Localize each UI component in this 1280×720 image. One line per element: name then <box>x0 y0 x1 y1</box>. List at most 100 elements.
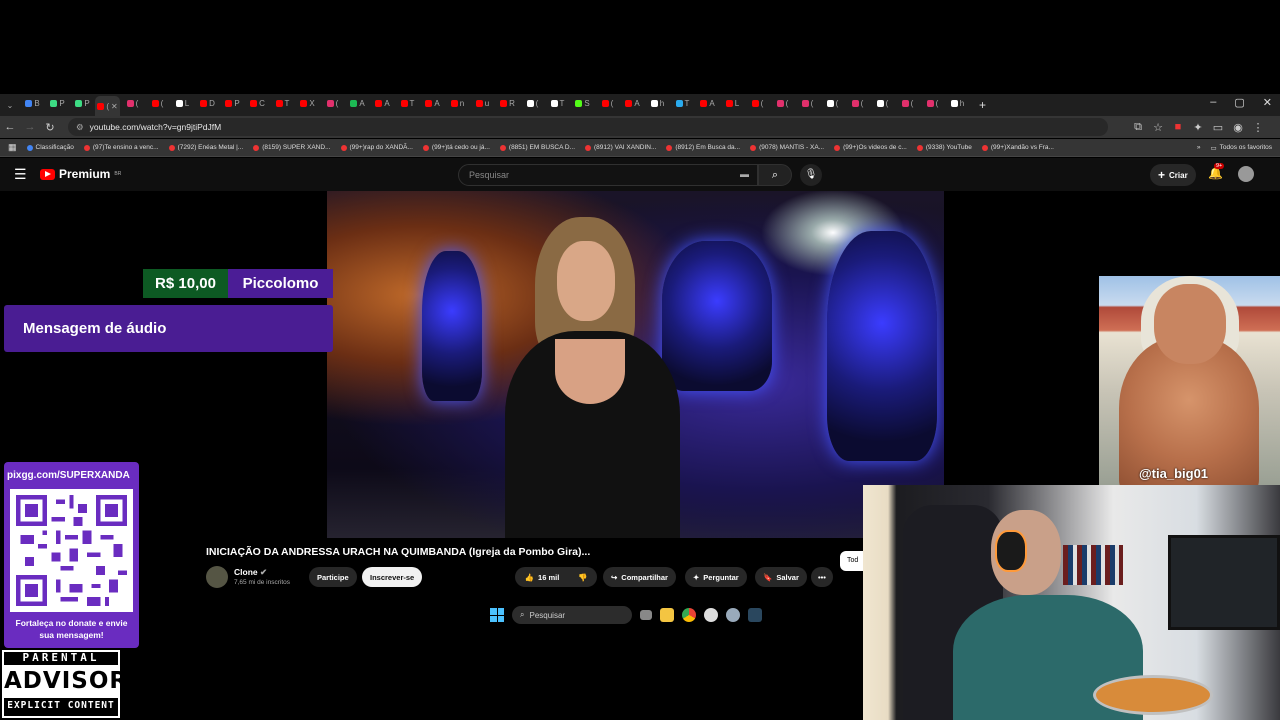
video-player[interactable] <box>327 191 944 538</box>
chrome-icon[interactable] <box>682 608 696 622</box>
keyboard-icon[interactable]: ▬ <box>740 169 749 179</box>
create-button[interactable]: + Criar <box>1150 164 1196 186</box>
site-info-icon[interactable]: ⚙ <box>76 122 84 133</box>
bookmark-item[interactable]: (9338) YouTube <box>916 144 972 151</box>
bookmark-item[interactable]: (8851) EM BUSCA D... <box>499 144 575 151</box>
chrome-alt-icon[interactable] <box>704 608 718 622</box>
browser-tab[interactable]: S <box>570 94 595 112</box>
close-window-button[interactable]: ✕ <box>1263 96 1272 109</box>
profile-avatar-icon[interactable]: ◉ <box>1228 121 1248 134</box>
browser-tab[interactable]: ( <box>795 94 820 112</box>
browser-tab[interactable]: L <box>720 94 745 112</box>
more-actions-button[interactable]: ••• <box>811 567 833 587</box>
search-button[interactable]: ⌕ <box>758 164 792 186</box>
browser-tab[interactable]: A <box>620 94 645 112</box>
browser-tab[interactable]: ( <box>320 94 345 112</box>
browser-tab[interactable]: P <box>45 94 70 112</box>
browser-tab[interactable]: ( <box>120 94 145 112</box>
bookmark-item[interactable]: (8159) SUPER XAND... <box>253 144 331 151</box>
browser-tab[interactable]: ( <box>920 94 945 112</box>
browser-tab[interactable]: ( <box>770 94 795 112</box>
browser-tab[interactable]: T <box>270 94 295 112</box>
bookmark-item[interactable]: (99+)rap do XANDÃ... <box>340 144 413 151</box>
browser-tab[interactable]: A <box>370 94 395 112</box>
bookmark-item[interactable]: (99+)tá cedo ou já... <box>422 144 490 151</box>
browser-tab[interactable]: h <box>945 94 970 112</box>
extensions-puzzle-icon[interactable]: ✦ <box>1188 121 1208 134</box>
browser-tab[interactable]: T <box>545 94 570 112</box>
filter-chip[interactable]: Tod <box>840 551 864 571</box>
account-avatar[interactable] <box>1238 166 1254 182</box>
back-icon[interactable]: ← <box>0 121 20 133</box>
maximize-button[interactable]: ▢ <box>1234 96 1244 109</box>
bookmarks-more-button[interactable]: » <box>1197 144 1201 151</box>
browser-tab[interactable]: A <box>695 94 720 112</box>
share-button[interactable]: ↪ Compartilhar <box>603 567 676 587</box>
channel-name[interactable]: Clone ✔ <box>234 567 267 578</box>
all-bookmarks-folder[interactable]: ▭ Todos os favoritos <box>1210 144 1272 152</box>
new-tab-button[interactable]: + <box>970 96 995 114</box>
browser-tab[interactable]: B <box>20 94 45 112</box>
bookmark-item[interactable]: (7292) Enéas Metal |... <box>168 144 243 151</box>
browser-tab[interactable]: ( <box>895 94 920 112</box>
subscribe-button[interactable]: Inscrever-se <box>362 567 423 587</box>
browser-tab[interactable]: X <box>295 94 320 112</box>
save-button[interactable]: 🔖 Salvar <box>755 567 807 587</box>
bookmark-item[interactable]: (99+)Xandão vs Fra... <box>981 144 1054 151</box>
close-tab-icon[interactable]: ✕ <box>111 102 118 111</box>
install-app-icon[interactable]: ⧉ <box>1128 121 1148 134</box>
browser-tab[interactable]: ( <box>595 94 620 112</box>
voice-search-button[interactable]: 🎙 <box>800 164 822 186</box>
browser-tab[interactable]: ( <box>845 94 870 112</box>
bookmark-item[interactable]: Classificação <box>26 144 74 151</box>
steam-icon[interactable] <box>748 608 762 622</box>
browser-tab[interactable]: P <box>70 94 95 112</box>
browser-tab[interactable]: u <box>470 94 495 112</box>
browser-tab[interactable]: C <box>245 94 270 112</box>
browser-tab[interactable]: h <box>645 94 670 112</box>
browser-tab[interactable]: ( <box>520 94 545 112</box>
bookmark-item[interactable]: (8912) Em Busca da... <box>666 144 740 151</box>
task-view-icon[interactable] <box>640 610 652 620</box>
browser-tab[interactable]: R <box>495 94 520 112</box>
tab-search-button[interactable]: ⌄ <box>0 96 20 114</box>
youtube-logo[interactable]: Premium BR <box>40 167 121 181</box>
url-field[interactable]: ⚙ youtube.com/watch?v=gn9jtiPdJfM <box>68 118 1108 136</box>
ask-button[interactable]: ✦ Perguntar <box>685 567 747 587</box>
browser-tab[interactable]: D <box>195 94 220 112</box>
settings-icon[interactable] <box>726 608 740 622</box>
browser-tab[interactable]: T <box>395 94 420 112</box>
file-explorer-icon[interactable] <box>660 608 674 622</box>
dislike-button[interactable]: 👎 <box>569 567 597 587</box>
taskbar-search[interactable]: ⌕ Pesquisar <box>512 606 632 624</box>
bookmark-item[interactable]: (97)Te ensino a venc... <box>83 144 159 151</box>
extension-icon[interactable]: ■ <box>1168 121 1188 133</box>
bookmark-item[interactable]: (9078) MANTIS - XA... <box>750 144 824 151</box>
like-button[interactable]: 👍 16 mil <box>515 567 569 587</box>
browser-tab[interactable]: ( <box>745 94 770 112</box>
browser-tab[interactable]: ( <box>145 94 170 112</box>
browser-tab[interactable]: (✕ <box>95 96 120 116</box>
browser-tab[interactable]: n <box>445 94 470 112</box>
windows-start-icon[interactable] <box>490 608 504 622</box>
bookmark-star-icon[interactable]: ☆ <box>1148 121 1168 134</box>
browser-tab[interactable]: A <box>345 94 370 112</box>
channel-avatar[interactable] <box>206 566 228 588</box>
notifications-button[interactable]: 🔔 9+ <box>1208 163 1225 180</box>
join-button[interactable]: Participe <box>309 567 357 587</box>
browser-tab[interactable]: ( <box>820 94 845 112</box>
apps-grid-icon[interactable]: ▦ <box>8 142 17 153</box>
sidebar-icon[interactable]: ▭ <box>1208 121 1228 134</box>
bookmark-item[interactable]: (8912) VAI XANDIN... <box>585 144 656 151</box>
browser-tab[interactable]: ( <box>870 94 895 112</box>
browser-tab[interactable]: P <box>220 94 245 112</box>
reload-icon[interactable]: ↻ <box>40 121 60 134</box>
minimize-button[interactable]: – <box>1210 96 1216 109</box>
browser-tab[interactable]: T <box>670 94 695 112</box>
browser-tab[interactable]: A <box>420 94 445 112</box>
browser-menu-icon[interactable]: ⋮ <box>1248 121 1268 134</box>
browser-tab[interactable]: L <box>170 94 195 112</box>
forward-icon[interactable]: → <box>20 121 40 133</box>
search-input[interactable]: Pesquisar ▬ <box>458 164 758 186</box>
hamburger-menu-icon[interactable]: ☰ <box>14 166 27 183</box>
